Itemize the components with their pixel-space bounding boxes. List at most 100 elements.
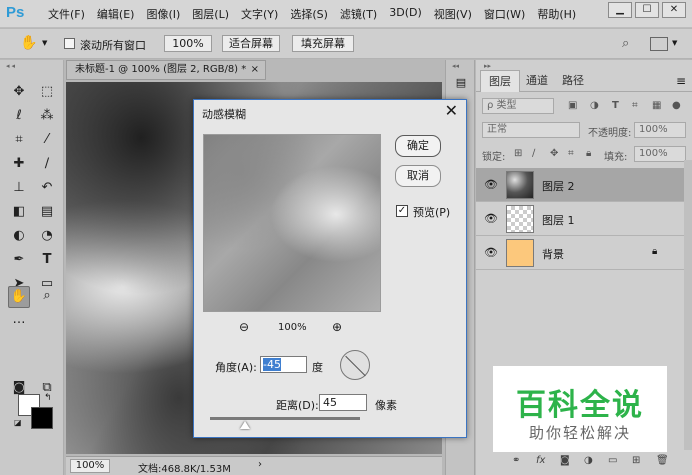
cancel-button[interactable]: 取消 <box>395 165 441 187</box>
gradient-tool-icon[interactable]: ▤ <box>36 202 58 222</box>
layer-row[interactable]: 👁︎ 背景 🔒︎ <box>476 236 684 270</box>
eraser-tool-icon[interactable]: ◧ <box>8 202 30 222</box>
menu-filter[interactable]: 滤镜(T) <box>334 6 383 22</box>
visibility-eye-icon[interactable]: 👁︎ <box>484 246 498 259</box>
tab-layers[interactable]: 图层 <box>480 70 520 92</box>
scroll-all-windows-checkbox[interactable] <box>64 38 75 49</box>
layer-filter-select[interactable]: ρ 类型 <box>482 98 554 114</box>
angle-dial[interactable] <box>340 350 370 380</box>
more-tools-icon[interactable]: … <box>8 310 30 330</box>
adjustment-icon[interactable]: ◑ <box>584 455 593 466</box>
document-tab[interactable]: 未标题-1 @ 100% (图层 2, RGB/8) * × <box>66 60 266 80</box>
menu-edit[interactable]: 编辑(E) <box>91 6 141 22</box>
distance-slider-thumb[interactable] <box>240 421 250 429</box>
lock-all-icon[interactable]: 🔒︎ <box>586 148 591 159</box>
history-panel-icon[interactable]: ▤ <box>451 76 471 94</box>
dialog-close-icon[interactable]: ✕ <box>445 101 458 120</box>
move-tool-icon[interactable]: ✥ <box>8 82 30 102</box>
crop-tool-icon[interactable]: ⌗ <box>8 130 30 150</box>
panel-menu-icon[interactable]: ≡ <box>676 74 686 88</box>
default-colors-icon[interactable]: ◪ <box>14 418 22 427</box>
menu-view[interactable]: 视图(V) <box>428 6 478 22</box>
history-brush-tool-icon[interactable]: ↶ <box>36 178 58 198</box>
fx-icon[interactable]: fx <box>536 455 545 466</box>
new-layer-icon[interactable]: ⊞ <box>632 455 640 466</box>
menu-image[interactable]: 图像(I) <box>140 6 186 22</box>
lock-position-icon[interactable]: ✥ <box>550 148 558 159</box>
group-icon[interactable]: ▭ <box>608 455 617 466</box>
tab-channels[interactable]: 通道 <box>518 70 556 92</box>
search-icon[interactable]: ⌕ <box>622 36 629 51</box>
clone-stamp-tool-icon[interactable]: ⊥ <box>8 178 30 198</box>
distance-slider-track[interactable] <box>210 417 360 420</box>
zoom-100-button[interactable]: 100% <box>164 35 212 52</box>
type-tool-icon[interactable]: T <box>36 250 58 270</box>
dodge-tool-icon[interactable]: ◔ <box>36 226 58 246</box>
zoom-in-icon[interactable]: ⊕ <box>332 320 342 334</box>
layer-row[interactable]: 👁︎ 图层 2 <box>476 168 684 202</box>
preview-checkbox[interactable]: ✓ <box>396 205 408 217</box>
magic-wand-tool-icon[interactable]: ⁂ <box>36 106 58 126</box>
filter-toggle-icon[interactable]: ● <box>672 100 681 111</box>
document-close-icon[interactable]: × <box>251 61 259 79</box>
menu-select[interactable]: 选择(S) <box>284 6 334 22</box>
link-icon[interactable]: ⚭ <box>512 455 520 466</box>
filter-adjustment-icon[interactable]: ◑ <box>590 100 599 111</box>
opacity-field[interactable]: 100% <box>634 122 686 138</box>
brush-tool-icon[interactable]: ∕ <box>36 154 58 174</box>
pen-tool-icon[interactable]: ✒ <box>8 250 30 270</box>
hand-tool-active-icon[interactable]: ✋ <box>8 286 30 308</box>
screen-mode-icon[interactable]: ⧉ <box>36 378 58 398</box>
lock-transparent-icon[interactable]: ⊞ <box>514 148 522 159</box>
mask-icon[interactable]: ◙ <box>560 455 570 466</box>
ok-button[interactable]: 确定 <box>395 135 441 157</box>
layers-scrollbar[interactable] <box>684 160 692 450</box>
blur-tool-icon[interactable]: ◐ <box>8 226 30 246</box>
fill-field[interactable]: 100% <box>634 146 686 162</box>
filter-type-icon[interactable]: T <box>612 100 619 111</box>
quick-mask-icon[interactable]: ◙ <box>8 378 30 398</box>
menu-3d[interactable]: 3D(D) <box>383 6 428 22</box>
visibility-eye-icon[interactable]: 👁︎ <box>484 212 498 225</box>
maximize-button[interactable]: ☐ <box>635 2 659 18</box>
close-button[interactable]: ✕ <box>662 2 686 18</box>
workspace-caret-icon[interactable]: ▼ <box>672 39 677 47</box>
menu-help[interactable]: 帮助(H) <box>531 6 582 22</box>
status-menu-arrow-icon[interactable]: › <box>258 459 262 470</box>
distance-input[interactable]: 45 <box>319 394 367 411</box>
trash-icon[interactable]: 🗑︎ <box>656 455 669 466</box>
layers-grip-icon[interactable]: ▸▸ <box>484 62 491 70</box>
filter-shape-icon[interactable]: ⌗ <box>632 100 638 111</box>
workspace-icon[interactable] <box>650 37 668 51</box>
lock-artboard-icon[interactable]: ⌗ <box>568 148 574 159</box>
zoom-out-icon[interactable]: ⊖ <box>239 320 249 334</box>
background-color-swatch[interactable] <box>31 407 53 429</box>
blend-mode-select[interactable]: 正常 <box>482 122 580 138</box>
eyedropper-tool-icon[interactable]: ⁄ <box>36 130 58 150</box>
angle-input[interactable]: -45 <box>260 356 307 373</box>
filter-smart-icon[interactable]: ▦ <box>652 100 661 111</box>
fill-screen-button[interactable]: 填充屏幕 <box>292 35 354 52</box>
filter-preview[interactable] <box>203 134 381 312</box>
healing-brush-tool-icon[interactable]: ✚ <box>8 154 30 174</box>
hand-tool-icon[interactable]: ✋ <box>20 35 37 51</box>
marquee-tool-icon[interactable]: ⬚ <box>36 82 58 102</box>
tool-preset-caret-icon[interactable]: ▼ <box>42 39 47 47</box>
panel-grip-icon[interactable]: ◂◂ <box>6 62 17 70</box>
photoshop-logo: Ps <box>6 4 25 21</box>
lock-pixels-icon[interactable]: ∕ <box>532 148 535 159</box>
status-zoom-field[interactable]: 100% <box>70 459 110 473</box>
tab-paths[interactable]: 路径 <box>554 70 592 92</box>
menu-window[interactable]: 窗口(W) <box>478 6 531 22</box>
dock-grip-icon[interactable]: ◂◂ <box>452 62 459 70</box>
layer-row[interactable]: 👁︎ 图层 1 <box>476 202 684 236</box>
menu-file[interactable]: 文件(F) <box>42 6 91 22</box>
menu-layer[interactable]: 图层(L) <box>186 6 235 22</box>
zoom-tool-icon[interactable]: ⌕ <box>36 286 58 306</box>
lasso-tool-icon[interactable]: ℓ <box>8 106 30 126</box>
menu-type[interactable]: 文字(Y) <box>235 6 284 22</box>
visibility-eye-icon[interactable]: 👁︎ <box>484 178 498 191</box>
filter-pixel-icon[interactable]: ▣ <box>568 100 577 111</box>
fit-screen-button[interactable]: 适合屏幕 <box>222 35 280 52</box>
minimize-button[interactable]: ▁ <box>608 2 632 18</box>
